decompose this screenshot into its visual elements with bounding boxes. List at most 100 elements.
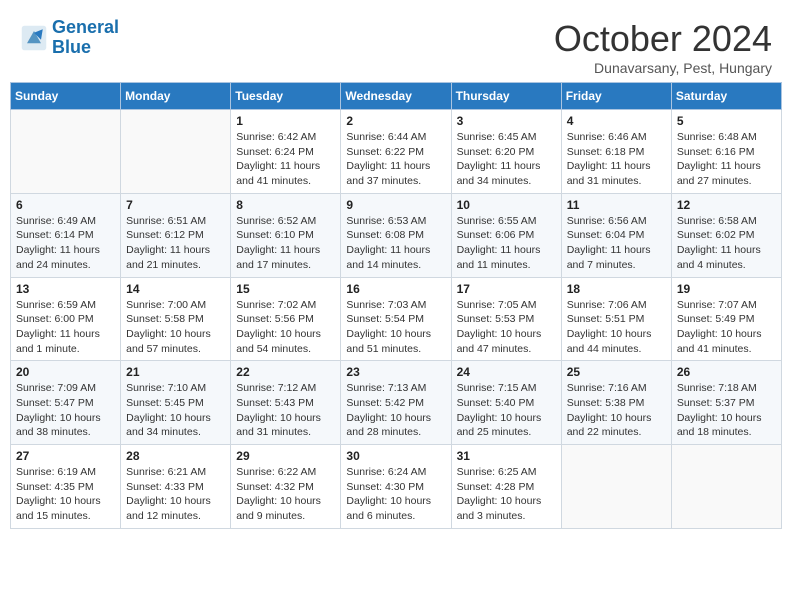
calendar-cell: 31Sunrise: 6:25 AMSunset: 4:28 PMDayligh…	[451, 445, 561, 529]
calendar-header: SundayMondayTuesdayWednesdayThursdayFrid…	[11, 83, 782, 110]
calendar-cell: 27Sunrise: 6:19 AMSunset: 4:35 PMDayligh…	[11, 445, 121, 529]
day-number: 15	[236, 282, 335, 296]
calendar-cell	[11, 110, 121, 194]
calendar-table: SundayMondayTuesdayWednesdayThursdayFrid…	[10, 82, 782, 529]
calendar-cell: 19Sunrise: 7:07 AMSunset: 5:49 PMDayligh…	[671, 277, 781, 361]
day-number: 24	[457, 365, 556, 379]
weekday-header: Thursday	[451, 83, 561, 110]
day-info: Sunrise: 6:52 AMSunset: 6:10 PMDaylight:…	[236, 214, 335, 273]
day-number: 20	[16, 365, 115, 379]
weekday-header: Wednesday	[341, 83, 451, 110]
day-number: 13	[16, 282, 115, 296]
day-number: 14	[126, 282, 225, 296]
calendar-week-row: 27Sunrise: 6:19 AMSunset: 4:35 PMDayligh…	[11, 445, 782, 529]
calendar-cell: 18 Sunrise: 7:06 AMSunset: 5:51 PMDayligh…	[561, 277, 671, 361]
day-info: Sunrise: 6:44 AMSunset: 6:22 PMDaylight:…	[346, 130, 445, 189]
day-info: Sunrise: 6:53 AMSunset: 6:08 PMDaylight:…	[346, 214, 445, 273]
weekday-header: Friday	[561, 83, 671, 110]
day-number: 2	[346, 114, 445, 128]
calendar-cell: 26 Sunrise: 7:18 AMSunset: 5:37 PMDayligh…	[671, 361, 781, 445]
title-block: October 2024 Dunavarsany, Pest, Hungary	[554, 18, 772, 76]
calendar-cell: 30 Sunrise: 6:24 AMSunset: 4:30 PMDayligh…	[341, 445, 451, 529]
day-info: Sunrise: 7:05 AMSunset: 5:53 PMDaylight:…	[457, 298, 556, 357]
calendar-cell: 29 Sunrise: 6:22 AMSunset: 4:32 PMDayligh…	[231, 445, 341, 529]
day-number: 17	[457, 282, 556, 296]
day-number: 10	[457, 198, 556, 212]
logo-text: General Blue	[52, 18, 119, 58]
logo-blue: Blue	[52, 37, 91, 57]
day-info: Sunrise: 7:15 AMSunset: 5:40 PMDaylight:…	[457, 381, 556, 440]
calendar-cell: 1Sunrise: 6:42 AMSunset: 6:24 PMDaylight…	[231, 110, 341, 194]
day-info: Sunrise: 7:12 AMSunset: 5:43 PMDaylight:…	[236, 381, 335, 440]
weekday-header: Saturday	[671, 83, 781, 110]
day-number: 3	[457, 114, 556, 128]
calendar-cell	[561, 445, 671, 529]
day-info: Sunrise: 7:06 AMSunset: 5:51 PMDaylight:…	[567, 298, 666, 357]
calendar-cell	[671, 445, 781, 529]
weekday-header: Sunday	[11, 83, 121, 110]
day-number: 29	[236, 449, 335, 463]
day-number: 5	[677, 114, 776, 128]
calendar-cell: 13 Sunrise: 6:59 AMSunset: 6:00 PMDayligh…	[11, 277, 121, 361]
day-info: Sunrise: 6:58 AMSunset: 6:02 PMDaylight:…	[677, 214, 776, 273]
calendar-cell: 3 Sunrise: 6:45 AMSunset: 6:20 PMDaylight…	[451, 110, 561, 194]
calendar-cell: 17 Sunrise: 7:05 AMSunset: 5:53 PMDayligh…	[451, 277, 561, 361]
day-info: Sunrise: 7:09 AMSunset: 5:47 PMDaylight:…	[16, 381, 115, 440]
calendar-cell: 14Sunrise: 7:00 AMSunset: 5:58 PMDayligh…	[121, 277, 231, 361]
calendar-week-row: 6 Sunrise: 6:49 AMSunset: 6:14 PMDaylight…	[11, 193, 782, 277]
day-info: Sunrise: 6:22 AMSunset: 4:32 PMDaylight:…	[236, 465, 335, 524]
day-number: 11	[567, 198, 666, 212]
calendar-week-row: 20 Sunrise: 7:09 AMSunset: 5:47 PMDayligh…	[11, 361, 782, 445]
weekday-header: Monday	[121, 83, 231, 110]
location-subtitle: Dunavarsany, Pest, Hungary	[554, 60, 772, 76]
day-info: Sunrise: 7:03 AMSunset: 5:54 PMDaylight:…	[346, 298, 445, 357]
calendar-cell: 16 Sunrise: 7:03 AMSunset: 5:54 PMDayligh…	[341, 277, 451, 361]
calendar-week-row: 13 Sunrise: 6:59 AMSunset: 6:00 PMDayligh…	[11, 277, 782, 361]
calendar-cell: 5 Sunrise: 6:48 AMSunset: 6:16 PMDaylight…	[671, 110, 781, 194]
day-info: Sunrise: 6:49 AMSunset: 6:14 PMDaylight:…	[16, 214, 115, 273]
calendar-cell: 6 Sunrise: 6:49 AMSunset: 6:14 PMDaylight…	[11, 193, 121, 277]
day-info: Sunrise: 6:59 AMSunset: 6:00 PMDaylight:…	[16, 298, 115, 357]
day-number: 25	[567, 365, 666, 379]
weekday-row: SundayMondayTuesdayWednesdayThursdayFrid…	[11, 83, 782, 110]
day-info: Sunrise: 6:55 AMSunset: 6:06 PMDaylight:…	[457, 214, 556, 273]
day-info: Sunrise: 6:24 AMSunset: 4:30 PMDaylight:…	[346, 465, 445, 524]
day-number: 18	[567, 282, 666, 296]
calendar-cell	[121, 110, 231, 194]
day-info: Sunrise: 6:45 AMSunset: 6:20 PMDaylight:…	[457, 130, 556, 189]
day-info: Sunrise: 7:07 AMSunset: 5:49 PMDaylight:…	[677, 298, 776, 357]
calendar-cell: 11Sunrise: 6:56 AMSunset: 6:04 PMDayligh…	[561, 193, 671, 277]
page-header: General Blue October 2024 Dunavarsany, P…	[10, 10, 782, 82]
month-title: October 2024	[554, 18, 772, 60]
logo: General Blue	[20, 18, 119, 58]
weekday-header: Tuesday	[231, 83, 341, 110]
day-info: Sunrise: 6:48 AMSunset: 6:16 PMDaylight:…	[677, 130, 776, 189]
calendar-cell: 7Sunrise: 6:51 AMSunset: 6:12 PMDaylight…	[121, 193, 231, 277]
day-number: 16	[346, 282, 445, 296]
day-number: 4	[567, 114, 666, 128]
day-number: 9	[346, 198, 445, 212]
day-info: Sunrise: 6:42 AMSunset: 6:24 PMDaylight:…	[236, 130, 335, 189]
day-number: 6	[16, 198, 115, 212]
calendar-cell: 24 Sunrise: 7:15 AMSunset: 5:40 PMDayligh…	[451, 361, 561, 445]
day-info: Sunrise: 7:02 AMSunset: 5:56 PMDaylight:…	[236, 298, 335, 357]
calendar-cell: 12 Sunrise: 6:58 AMSunset: 6:02 PMDayligh…	[671, 193, 781, 277]
calendar-cell: 10 Sunrise: 6:55 AMSunset: 6:06 PMDayligh…	[451, 193, 561, 277]
calendar-cell: 21Sunrise: 7:10 AMSunset: 5:45 PMDayligh…	[121, 361, 231, 445]
day-number: 23	[346, 365, 445, 379]
day-number: 26	[677, 365, 776, 379]
day-number: 28	[126, 449, 225, 463]
day-info: Sunrise: 7:18 AMSunset: 5:37 PMDaylight:…	[677, 381, 776, 440]
day-info: Sunrise: 7:16 AMSunset: 5:38 PMDaylight:…	[567, 381, 666, 440]
logo-general: General	[52, 17, 119, 37]
day-info: Sunrise: 6:19 AMSunset: 4:35 PMDaylight:…	[16, 465, 115, 524]
calendar-cell: 25 Sunrise: 7:16 AMSunset: 5:38 PMDayligh…	[561, 361, 671, 445]
day-info: Sunrise: 7:13 AMSunset: 5:42 PMDaylight:…	[346, 381, 445, 440]
day-number: 22	[236, 365, 335, 379]
calendar-cell: 9 Sunrise: 6:53 AMSunset: 6:08 PMDaylight…	[341, 193, 451, 277]
logo-icon	[20, 24, 48, 52]
calendar-body: 1Sunrise: 6:42 AMSunset: 6:24 PMDaylight…	[11, 110, 782, 529]
day-number: 12	[677, 198, 776, 212]
day-info: Sunrise: 6:25 AMSunset: 4:28 PMDaylight:…	[457, 465, 556, 524]
day-number: 30	[346, 449, 445, 463]
